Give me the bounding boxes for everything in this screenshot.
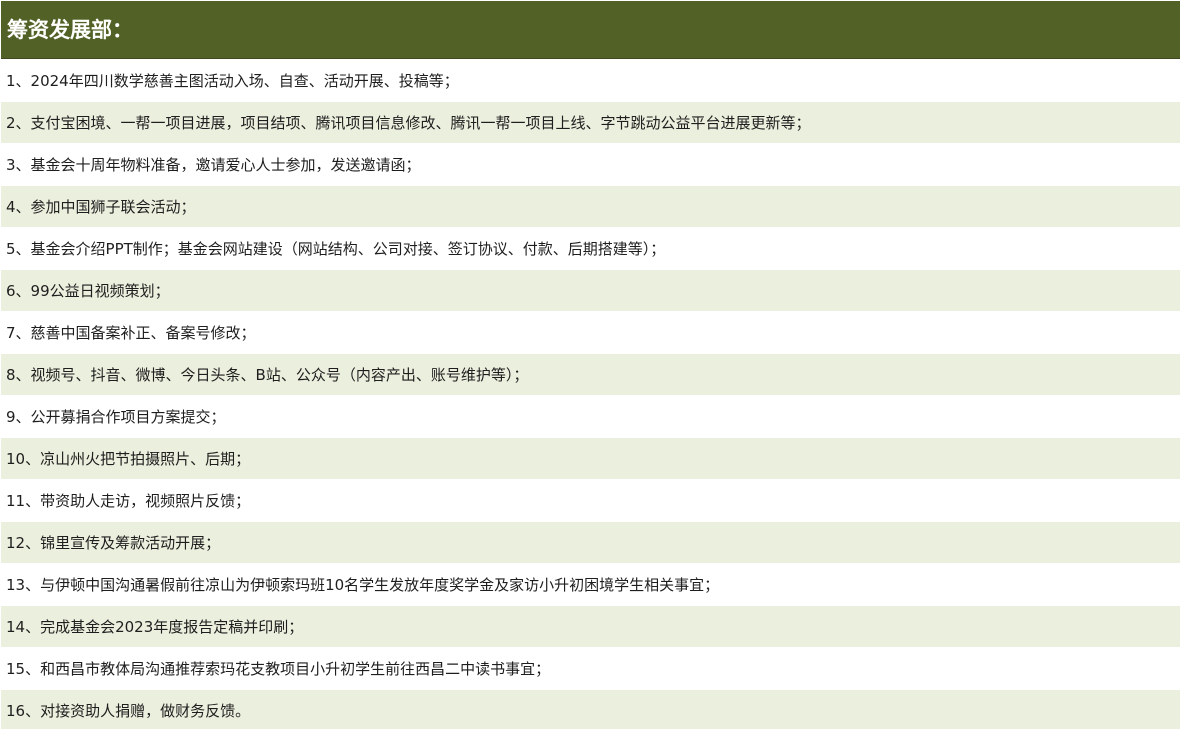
list-item-text: 4、参加中国狮子联会活动； bbox=[6, 198, 196, 216]
list-item: 4、参加中国狮子联会活动； bbox=[1, 186, 1180, 228]
section-title: 筹资发展部： bbox=[7, 18, 133, 42]
list-item-text: 12、锦里宣传及筹款活动开展； bbox=[6, 534, 221, 552]
list-item: 8、视频号、抖音、微博、今日头条、B站、公众号（内容产出、账号维护等）； bbox=[1, 354, 1180, 396]
list-item: 16、对接资助人捐赠，做财务反馈。 bbox=[1, 690, 1180, 730]
list-item: 6、99公益日视频策划； bbox=[1, 270, 1180, 312]
list-item-text: 14、完成基金会2023年度报告定稿并印刷； bbox=[6, 618, 304, 636]
list-item-text: 16、对接资助人捐赠，做财务反馈。 bbox=[6, 702, 251, 720]
list-item: 7、慈善中国备案补正、备案号修改； bbox=[1, 312, 1180, 354]
list-item-text: 1、2024年四川数学慈善主图活动入场、自查、活动开展、投稿等； bbox=[6, 72, 459, 90]
section-header: 筹资发展部： bbox=[1, 1, 1180, 59]
list-item: 2、支付宝困境、一帮一项目进展，项目结项、腾讯项目信息修改、腾讯一帮一项目上线、… bbox=[1, 102, 1180, 144]
list-item: 5、基金会介绍PPT制作；基金会网站建设（网站结构、公司对接、签订协议、付款、后… bbox=[1, 228, 1180, 270]
task-list: 1、2024年四川数学慈善主图活动入场、自查、活动开展、投稿等； 2、支付宝困境… bbox=[1, 60, 1180, 730]
list-item-text: 6、99公益日视频策划； bbox=[6, 282, 170, 300]
list-item: 14、完成基金会2023年度报告定稿并印刷； bbox=[1, 606, 1180, 648]
list-item: 13、与伊顿中国沟通暑假前往凉山为伊顿索玛班10名学生发放年度奖学金及家访小升初… bbox=[1, 564, 1180, 606]
list-item-text: 7、慈善中国备案补正、备案号修改； bbox=[6, 324, 256, 342]
list-item: 3、基金会十周年物料准备，邀请爱心人士参加，发送邀请函； bbox=[1, 144, 1180, 186]
list-item: 9、公开募捐合作项目方案提交； bbox=[1, 396, 1180, 438]
list-item-text: 10、凉山州火把节拍摄照片、后期； bbox=[6, 450, 251, 468]
list-item-text: 13、与伊顿中国沟通暑假前往凉山为伊顿索玛班10名学生发放年度奖学金及家访小升初… bbox=[6, 576, 720, 594]
list-item-text: 3、基金会十周年物料准备，邀请爱心人士参加，发送邀请函； bbox=[6, 156, 421, 174]
list-item: 10、凉山州火把节拍摄照片、后期； bbox=[1, 438, 1180, 480]
list-item: 12、锦里宣传及筹款活动开展； bbox=[1, 522, 1180, 564]
work-list-sheet: 筹资发展部： 1、2024年四川数学慈善主图活动入场、自查、活动开展、投稿等； … bbox=[0, 0, 1181, 731]
list-item-text: 9、公开募捐合作项目方案提交； bbox=[6, 408, 226, 426]
list-item-text: 11、带资助人走访，视频照片反馈； bbox=[6, 492, 251, 510]
list-item: 15、和西昌市教体局沟通推荐索玛花支教项目小升初学生前往西昌二中读书事宜； bbox=[1, 648, 1180, 690]
list-item: 11、带资助人走访，视频照片反馈； bbox=[1, 480, 1180, 522]
list-item-text: 15、和西昌市教体局沟通推荐索玛花支教项目小升初学生前往西昌二中读书事宜； bbox=[6, 660, 551, 678]
list-item-text: 2、支付宝困境、一帮一项目进展，项目结项、腾讯项目信息修改、腾讯一帮一项目上线、… bbox=[6, 114, 811, 132]
list-item-text: 5、基金会介绍PPT制作；基金会网站建设（网站结构、公司对接、签订协议、付款、后… bbox=[6, 240, 666, 258]
list-item-text: 8、视频号、抖音、微博、今日头条、B站、公众号（内容产出、账号维护等）； bbox=[6, 366, 529, 384]
list-item: 1、2024年四川数学慈善主图活动入场、自查、活动开展、投稿等； bbox=[1, 60, 1180, 102]
